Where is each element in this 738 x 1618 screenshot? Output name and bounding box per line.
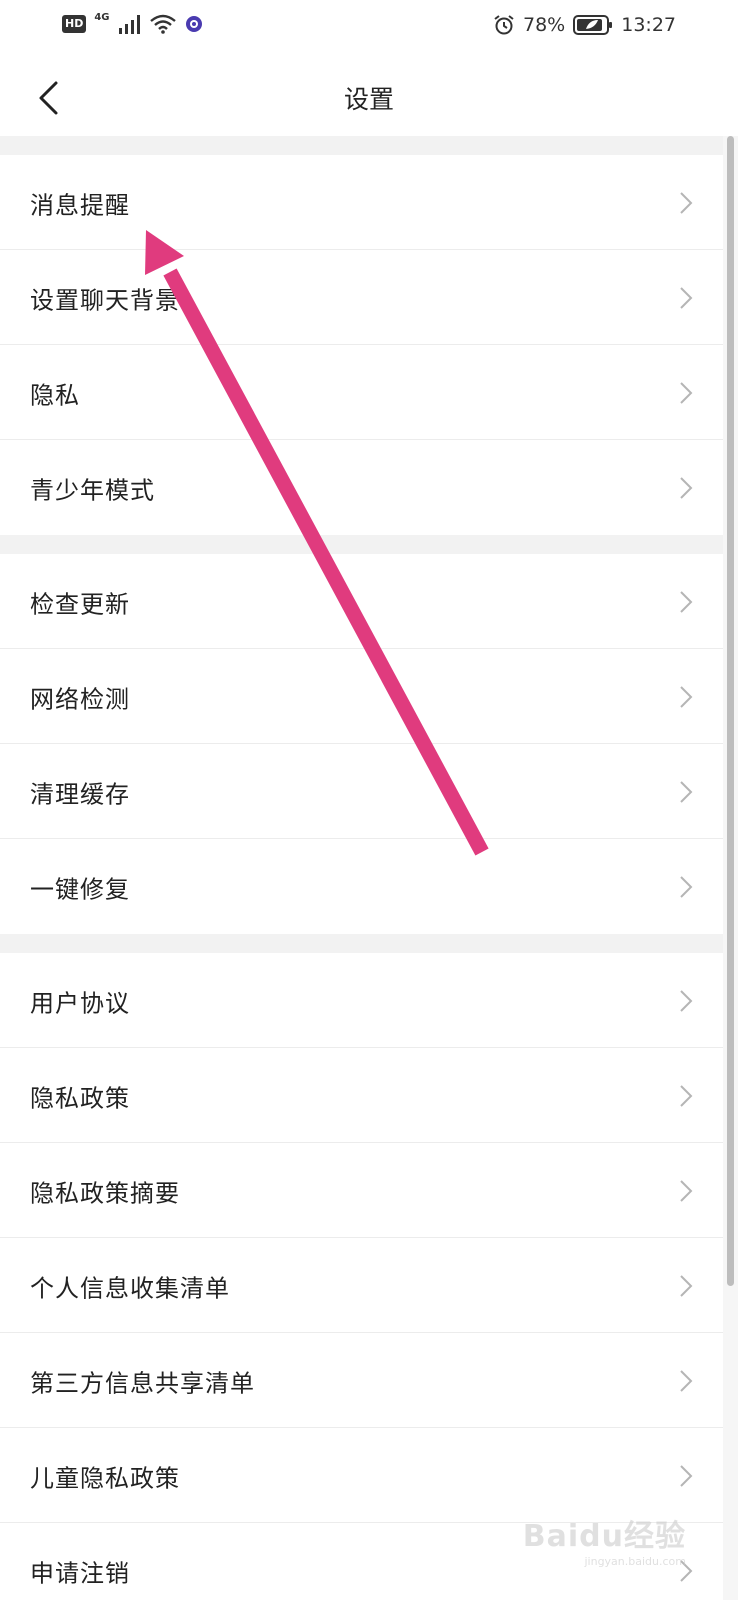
chevron-right-icon <box>680 875 693 898</box>
chevron-right-icon <box>680 685 693 708</box>
chevron-right-icon <box>680 381 693 404</box>
setting-item-label: 青少年模式 <box>30 476 155 504</box>
alarm-icon <box>494 15 514 35</box>
section-divider <box>0 934 723 953</box>
setting-item-message-reminder[interactable]: 消息提醒 <box>0 155 723 250</box>
setting-item-child-privacy-policy[interactable]: 儿童隐私政策 <box>0 1428 723 1523</box>
setting-item-label: 隐私政策摘要 <box>30 1179 180 1207</box>
setting-item-label: 用户协议 <box>30 989 130 1017</box>
setting-item-label: 个人信息收集清单 <box>30 1274 230 1302</box>
setting-item-label: 检查更新 <box>30 590 130 618</box>
setting-item-personal-info-list[interactable]: 个人信息收集清单 <box>0 1238 723 1333</box>
setting-item-label: 网络检测 <box>30 685 130 713</box>
settings-list: 消息提醒 设置聊天背景 隐私 青少年模式 检查更新 网络检测 清理缓存 一键修复 <box>0 136 723 1618</box>
watermark-url: jingyan.baidu.com <box>584 1555 686 1568</box>
chevron-right-icon <box>680 1179 693 1202</box>
app-notification-icon <box>185 16 202 32</box>
setting-item-network-check[interactable]: 网络检测 <box>0 649 723 744</box>
title-bar: 设置 <box>0 58 738 136</box>
chevron-right-icon <box>680 1084 693 1107</box>
status-right: 78% 13:27 <box>493 14 676 36</box>
setting-item-third-party-sharing-list[interactable]: 第三方信息共享清单 <box>0 1333 723 1428</box>
status-bar: HD 4G 78% 13:27 <box>0 0 738 58</box>
setting-item-chat-background[interactable]: 设置聊天背景 <box>0 250 723 345</box>
setting-item-label: 隐私 <box>30 381 80 409</box>
battery-percent: 78% <box>523 14 566 36</box>
battery-icon <box>573 15 613 35</box>
scrollbar[interactable] <box>723 136 738 1600</box>
setting-item-privacy-policy-summary[interactable]: 隐私政策摘要 <box>0 1143 723 1238</box>
chevron-right-icon <box>680 476 693 499</box>
setting-item-label: 一键修复 <box>30 875 130 903</box>
setting-item-user-agreement[interactable]: 用户协议 <box>0 953 723 1048</box>
setting-item-privacy[interactable]: 隐私 <box>0 345 723 440</box>
setting-item-teen-mode[interactable]: 青少年模式 <box>0 440 723 535</box>
signal-icon <box>118 15 140 34</box>
chevron-right-icon <box>680 590 693 613</box>
setting-item-check-update[interactable]: 检查更新 <box>0 554 723 649</box>
page-title: 设置 <box>343 85 394 114</box>
wifi-icon <box>149 14 176 34</box>
chevron-right-icon <box>680 1274 693 1297</box>
setting-item-label: 申请注销 <box>30 1559 130 1587</box>
chevron-right-icon <box>680 780 693 803</box>
setting-item-privacy-policy[interactable]: 隐私政策 <box>0 1048 723 1143</box>
status-left: HD 4G <box>62 11 204 34</box>
setting-item-label: 设置聊天背景 <box>30 286 180 314</box>
setting-item-one-click-repair[interactable]: 一键修复 <box>0 839 723 934</box>
baidu-watermark: Baidu经验 jingyan.baidu.com <box>523 1511 686 1568</box>
section-divider <box>0 136 723 155</box>
chevron-right-icon <box>680 989 693 1012</box>
watermark-text: Baidu经验 <box>522 1519 686 1554</box>
setting-item-label: 隐私政策 <box>30 1084 130 1112</box>
chevron-right-icon <box>680 1464 693 1487</box>
chevron-right-icon <box>680 191 693 214</box>
setting-item-label: 清理缓存 <box>30 780 130 808</box>
network-type: 4G <box>94 11 110 23</box>
clock: 13:27 <box>621 14 676 36</box>
section-divider <box>0 535 723 554</box>
setting-item-label: 第三方信息共享清单 <box>30 1369 255 1397</box>
chevron-right-icon <box>680 286 693 309</box>
scrollbar-thumb[interactable] <box>727 136 734 1286</box>
chevron-right-icon <box>680 1369 693 1392</box>
setting-item-clear-cache[interactable]: 清理缓存 <box>0 744 723 839</box>
hd-badge: HD <box>62 15 87 33</box>
setting-item-label: 儿童隐私政策 <box>30 1464 180 1492</box>
setting-item-label: 消息提醒 <box>30 191 130 219</box>
